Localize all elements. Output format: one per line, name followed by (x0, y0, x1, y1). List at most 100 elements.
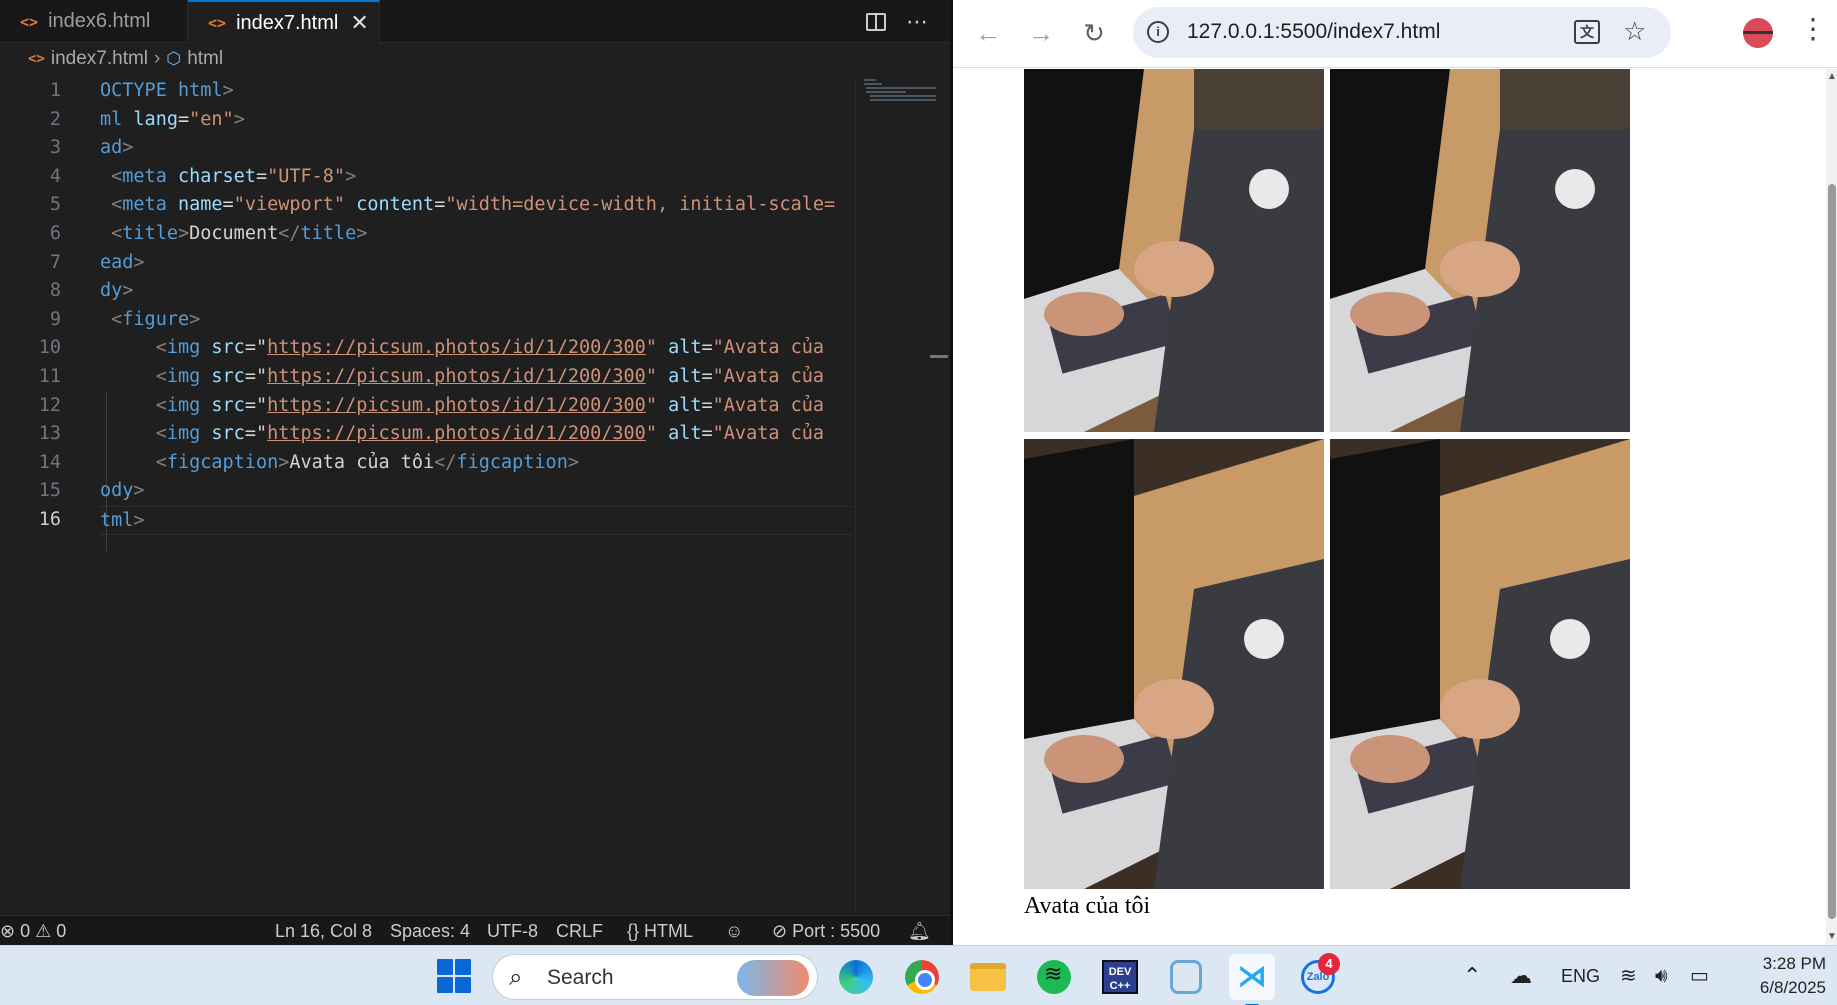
copilot-icon[interactable]: ☺ (725, 916, 743, 946)
battery-icon[interactable]: ▭ (1690, 946, 1709, 1005)
line-number: 8 (49, 280, 61, 302)
scroll-down-icon[interactable]: ▼ (1827, 931, 1837, 942)
language-mode[interactable]: {} HTML (627, 916, 693, 946)
line-number: 9 (49, 308, 61, 330)
forward-arrow-icon[interactable]: → (1026, 18, 1056, 48)
profile-avatar[interactable] (1743, 18, 1773, 48)
code-line: ead> (100, 251, 145, 273)
wifi-icon[interactable]: ≋ (1620, 946, 1637, 1005)
editor-tabbar: <> index6.html <> index7.html ✕ ⋯ (0, 0, 950, 44)
taskbar-search[interactable]: ⌕ Search (492, 954, 818, 1000)
zalo-icon[interactable]: Zalo 4 (1295, 953, 1341, 1000)
laptop-photo (1024, 439, 1324, 889)
tab-actions: ⋯ (866, 0, 928, 43)
volume-icon[interactable]: 🔊︎ (1655, 946, 1668, 1005)
kebab-menu-icon[interactable]: ⋮ (1799, 14, 1827, 44)
chevron-up-icon[interactable]: ⌃ (1463, 946, 1481, 1005)
code-line: dy> (100, 280, 134, 302)
spotify-icon[interactable] (1031, 954, 1077, 1000)
tab-index6[interactable]: <> index6.html (0, 0, 188, 43)
html-file-icon: <> (28, 51, 45, 67)
cloud-icon[interactable]: ☁ (1510, 946, 1532, 1005)
line-number: 3 (49, 137, 61, 159)
address-bar[interactable]: i 127.0.0.1:5500/index7.html 文 ☆ (1133, 7, 1671, 58)
notification-bell-icon[interactable]: 🔔︎ (908, 916, 931, 946)
code-line: <meta name="viewport" content="width=dev… (111, 194, 836, 216)
scroll-up-icon[interactable]: ▲ (1827, 71, 1837, 82)
code-line: <figcaption>Avata của tôi</figcaption> (155, 451, 579, 473)
breadcrumb-file[interactable]: index7.html (51, 48, 148, 70)
code-line: <meta charset="UTF-8"> (111, 165, 357, 187)
close-icon[interactable]: ✕ (350, 10, 368, 36)
chrome-icon[interactable] (899, 954, 945, 1000)
tab-label: index6.html (48, 10, 151, 32)
line-number: 14 (38, 451, 61, 473)
encoding[interactable]: UTF-8 (487, 916, 538, 946)
breadcrumb-symbol[interactable]: html (187, 48, 223, 70)
code-line: <title>Document</title> (111, 222, 368, 244)
line-number: 13 (38, 423, 61, 445)
error-icon: ⊗ (0, 921, 16, 941)
system-clock[interactable]: 3:28 PM 6/8/2025 (1738, 952, 1826, 1000)
browser-toolbar: ← → ↻ i 127.0.0.1:5500/index7.html 文 ☆ ⋮ (953, 0, 1837, 68)
minimap[interactable] (855, 77, 950, 912)
problems-indicator[interactable]: ⊗ 0 ⚠ 0 (0, 916, 66, 946)
breadcrumb: <> index7.html › ⬡ html (0, 43, 950, 75)
braces-icon: {} (627, 921, 640, 941)
code-line: <img src="https://picsum.photos/id/1/200… (155, 394, 825, 416)
split-editor-icon[interactable] (866, 12, 886, 31)
windows-taskbar: ⌕ Search DEV C++ ⋊ Zalo4 ⌃ ☁ ENG ≋ 🔊︎ ▭ … (0, 945, 1837, 1005)
input-language[interactable]: ENG (1561, 946, 1600, 1005)
translate-icon[interactable]: 文 (1574, 20, 1600, 44)
warning-count: 0 (56, 921, 67, 941)
scrollbar-thumb[interactable] (1828, 184, 1836, 919)
search-highlight-image (737, 960, 809, 996)
code-line: <figure> (111, 308, 201, 330)
code-line: <img src="https://picsum.photos/id/1/200… (155, 423, 825, 445)
bookmark-star-icon[interactable]: ☆ (1623, 16, 1646, 47)
file-explorer-icon[interactable] (965, 954, 1011, 1000)
reload-icon[interactable]: ↻ (1079, 18, 1109, 48)
browser-window: ← → ↻ i 127.0.0.1:5500/index7.html 文 ☆ ⋮ (953, 0, 1837, 945)
page-scrollbar[interactable]: ▲ ▼ (1826, 69, 1837, 945)
no-entry-icon: ⊘ (772, 921, 788, 941)
line-number: 5 (49, 194, 61, 216)
html-file-icon: <> (20, 12, 39, 31)
url-text[interactable]: 127.0.0.1:5500/index7.html (1187, 20, 1440, 44)
code-line: OCTYPE html> (100, 80, 234, 101)
line-number: 2 (49, 108, 61, 130)
figure-caption: Avata của tôi (1024, 893, 1151, 919)
clock-time: 3:28 PM (1762, 954, 1826, 973)
laptop-photo (1330, 69, 1630, 432)
code-editor[interactable]: 1 2 3 4 5 6 7 8 9 10 11 12 13 14 15 16 O… (0, 77, 855, 912)
cursor-position[interactable]: Ln 16, Col 8 (275, 916, 372, 946)
ghost-app-icon[interactable] (1163, 954, 1209, 1000)
screen: <> index6.html <> index7.html ✕ ⋯ <> ind… (0, 0, 1837, 1005)
start-button[interactable] (437, 959, 471, 993)
figure-image (1330, 439, 1630, 889)
tab-index7[interactable]: <> index7.html ✕ (188, 0, 380, 44)
live-server-port[interactable]: ⊘ Port : 5500 (772, 916, 880, 946)
site-info-icon[interactable]: i (1147, 21, 1169, 43)
figure-image (1330, 69, 1630, 432)
line-number-gutter: 1 2 3 4 5 6 7 8 9 10 11 12 13 14 15 16 (0, 77, 75, 535)
line-ending[interactable]: CRLF (556, 916, 603, 946)
line-number: 12 (38, 394, 61, 416)
vscode-window: <> index6.html <> index7.html ✕ ⋯ <> ind… (0, 0, 950, 945)
edge-icon[interactable] (833, 954, 879, 1000)
search-icon: ⌕ (509, 964, 523, 991)
vscode-icon[interactable]: ⋊ (1229, 954, 1275, 1005)
devcpp-icon[interactable]: DEV C++ (1097, 954, 1143, 1000)
code-line: ml lang="en"> (100, 108, 245, 130)
back-arrow-icon[interactable]: ← (973, 18, 1003, 48)
status-bar: ⊗ 0 ⚠ 0 Ln 16, Col 8 Spaces: 4 UTF-8 CRL… (0, 915, 950, 945)
code-line: <img src="https://picsum.photos/id/1/200… (155, 337, 825, 359)
editor-scroll-marker (930, 355, 948, 358)
more-actions-icon[interactable]: ⋯ (906, 9, 928, 35)
chevron-right-icon: › (154, 48, 161, 69)
search-placeholder: Search (547, 966, 614, 989)
laptop-photo (1024, 69, 1324, 432)
indentation[interactable]: Spaces: 4 (390, 916, 470, 946)
line-number: 6 (49, 222, 61, 244)
line-number: 11 (38, 365, 61, 387)
